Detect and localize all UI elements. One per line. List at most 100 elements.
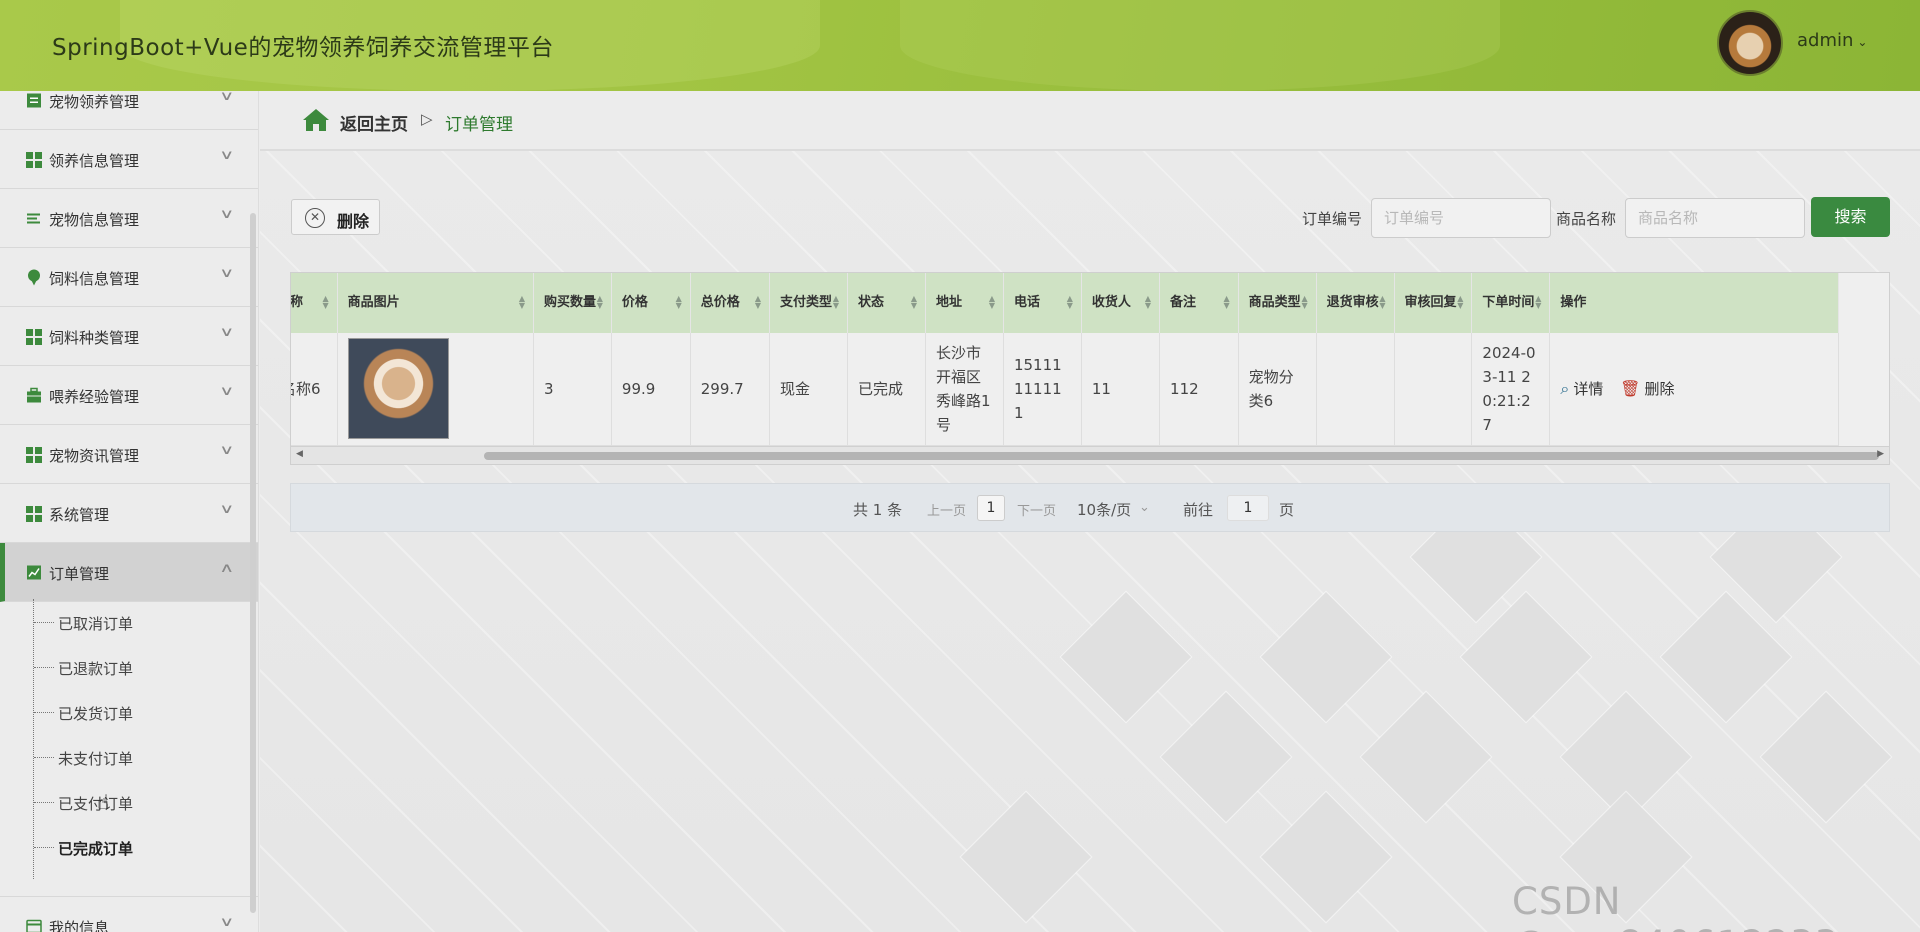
pagination-total: 共 1 条 bbox=[853, 501, 903, 519]
next-page-button[interactable]: 下一页 bbox=[1017, 500, 1056, 519]
submenu-shipped-orders[interactable]: 已发货订单 bbox=[34, 703, 134, 724]
avatar[interactable] bbox=[1717, 10, 1783, 76]
background-tile bbox=[1760, 691, 1892, 823]
column-label: 商品名称 bbox=[290, 295, 304, 310]
sort-icon[interactable]: ▲ ▼ bbox=[1457, 295, 1463, 310]
breadcrumb: 返回主页 ▷ 订单管理 bbox=[260, 91, 1920, 151]
sort-icon[interactable]: ▲ ▼ bbox=[1145, 295, 1151, 310]
background-tile bbox=[1060, 591, 1192, 723]
sort-icon[interactable]: ▲ ▼ bbox=[1223, 295, 1229, 310]
breadcrumb-current: 订单管理 bbox=[445, 115, 513, 135]
batch-delete-button[interactable]: ✕ 删除 bbox=[291, 199, 380, 235]
table-horizontal-scrollbar[interactable]: ◀ ▶ bbox=[291, 446, 1889, 464]
cell-product-name: 宠物名称6 bbox=[291, 333, 338, 446]
page-size-select[interactable]: 10条/页 bbox=[1077, 499, 1131, 520]
grid-icon bbox=[26, 506, 42, 522]
sidebar-item-label: 领养信息管理 bbox=[49, 152, 140, 170]
chevron-down-icon: ∨ bbox=[219, 91, 235, 104]
sidebar-item-label: 喂养经验管理 bbox=[49, 388, 140, 406]
column-header[interactable]: 备注 ▲ ▼ bbox=[1159, 273, 1239, 333]
column-header[interactable]: 商品图片 ▲ ▼ bbox=[337, 273, 535, 333]
sidebar-item-my-info[interactable]: 我的信息 ∨ bbox=[0, 896, 258, 932]
top-header: SpringBoot+Vue的宠物领养饲养交流管理平台 admin ⌄ bbox=[0, 0, 1920, 91]
column-header[interactable]: 审核回复 ▲ ▼ bbox=[1394, 273, 1473, 333]
submenu-label: 已发货订单 bbox=[58, 705, 134, 723]
cell-review-reply bbox=[1394, 333, 1473, 446]
column-label: 备注 bbox=[1170, 295, 1197, 310]
order-no-input[interactable] bbox=[1371, 198, 1551, 238]
sort-icon[interactable]: ▲ ▼ bbox=[322, 295, 328, 310]
sort-icon[interactable]: ▲ ▼ bbox=[833, 295, 839, 310]
column-header[interactable]: 价格 ▲ ▼ bbox=[611, 273, 691, 333]
product-name-label: 商品名称 bbox=[1556, 210, 1617, 228]
home-icon[interactable] bbox=[302, 108, 330, 132]
prev-page-button[interactable]: 上一页 bbox=[927, 500, 966, 519]
submenu-paid-orders[interactable]: 已支付订单 bbox=[34, 793, 133, 814]
sort-icon[interactable]: ▲ ▼ bbox=[1301, 295, 1307, 310]
sort-icon[interactable]: ▲ ▼ bbox=[597, 295, 603, 310]
goto-page-input[interactable]: 1 bbox=[1227, 495, 1269, 521]
detail-search-icon: ⌕ bbox=[1560, 378, 1570, 398]
scroll-left-icon[interactable]: ◀ bbox=[296, 449, 303, 459]
column-header[interactable]: 退货审核 ▲ ▼ bbox=[1316, 273, 1395, 333]
scroll-right-icon[interactable]: ▶ bbox=[1877, 449, 1884, 459]
column-label: 收货人 bbox=[1091, 295, 1131, 310]
column-header[interactable]: 购买数量 ▲ ▼ bbox=[533, 273, 612, 333]
submenu-cancelled-orders[interactable]: 已取消订单 bbox=[34, 613, 133, 634]
sidebar-item-feeding-experience[interactable]: 喂养经验管理 ∨ bbox=[0, 366, 258, 425]
sort-icon[interactable]: ▲ ▼ bbox=[676, 295, 682, 310]
column-header[interactable]: 地址 ▲ ▼ bbox=[925, 273, 1004, 333]
detail-button[interactable]: ⌕ 详情 bbox=[1560, 378, 1603, 398]
cell-price: 99.9 bbox=[611, 333, 691, 446]
sidebar-item-feed-info[interactable]: 饲料信息管理 ∨ bbox=[0, 248, 258, 307]
sidebar-item-adoption-info[interactable]: 领养信息管理 ∨ bbox=[0, 130, 258, 189]
column-header[interactable]: 状态 ▲ ▼ bbox=[847, 273, 926, 333]
submenu-unpaid-orders[interactable]: 未支付订单 bbox=[34, 748, 133, 769]
mouse-cursor-icon: ☝ bbox=[97, 790, 110, 814]
sidebar-scrollbar[interactable] bbox=[250, 213, 256, 913]
column-header[interactable]: 支付类型 ▲ ▼ bbox=[769, 273, 848, 333]
column-header[interactable]: 电话 ▲ ▼ bbox=[1003, 273, 1082, 333]
sidebar-item-pet-adoption[interactable]: 宠物领养管理 ∨ bbox=[0, 91, 258, 130]
sidebar-item-orders[interactable]: 订单管理 ∧ bbox=[0, 543, 258, 602]
delete-label: 删除 bbox=[337, 212, 370, 231]
grid-icon bbox=[26, 447, 42, 463]
product-name-input[interactable] bbox=[1625, 198, 1805, 238]
dog-photo[interactable] bbox=[347, 338, 449, 440]
chevron-down-icon: ∨ bbox=[219, 443, 235, 458]
sidebar-item-pet-info[interactable]: 宠物信息管理 ∨ bbox=[0, 189, 258, 248]
background-tile bbox=[1260, 791, 1392, 923]
column-header[interactable]: 收货人 ▲ ▼ bbox=[1081, 273, 1161, 333]
sort-icon[interactable]: ▲ ▼ bbox=[1535, 295, 1541, 310]
sidebar-item-system[interactable]: 系统管理 ∨ bbox=[0, 484, 258, 543]
sort-icon[interactable]: ▲ ▼ bbox=[911, 295, 917, 310]
submenu-refunded-orders[interactable]: 已退款订单 bbox=[34, 658, 134, 679]
sort-icon[interactable]: ▲ ▼ bbox=[989, 295, 995, 310]
briefcase-icon bbox=[27, 387, 41, 403]
search-button[interactable]: 搜索 bbox=[1811, 197, 1890, 237]
column-header[interactable]: 商品类型 ▲ ▼ bbox=[1238, 273, 1317, 333]
column-header[interactable]: 总价格 ▲ ▼ bbox=[690, 273, 771, 333]
sort-icon[interactable]: ▲ ▼ bbox=[1067, 295, 1073, 310]
submenu-label: 已退款订单 bbox=[58, 660, 134, 678]
sort-icon[interactable]: ▲ ▼ bbox=[1379, 295, 1385, 310]
sort-icon[interactable]: ▲ ▼ bbox=[755, 295, 761, 310]
column-label: 商品类型 bbox=[1248, 295, 1301, 310]
chevron-up-icon: ∧ bbox=[219, 561, 235, 576]
submenu-completed-orders[interactable]: 已完成订单 bbox=[34, 838, 133, 859]
background-tile bbox=[1360, 691, 1492, 823]
row-delete-button[interactable]: 🗑 删除 bbox=[1620, 379, 1674, 398]
column-header[interactable]: 下单时间 ▲ ▼ bbox=[1471, 273, 1551, 333]
column-header[interactable]: 商品名称 ▲▼ bbox=[290, 273, 338, 333]
column-label: 操作 bbox=[1560, 295, 1587, 310]
scrollbar-thumb[interactable] bbox=[484, 452, 1879, 460]
column-label: 审核回复 bbox=[1404, 295, 1457, 310]
sort-icon[interactable]: ▲ ▼ bbox=[519, 295, 525, 310]
sidebar-item-pet-news[interactable]: 宠物资讯管理 ∨ bbox=[0, 425, 258, 484]
sidebar-item-label: 订单管理 bbox=[49, 565, 110, 583]
user-menu[interactable]: admin ⌄ bbox=[1797, 30, 1867, 51]
background-tile bbox=[1160, 691, 1292, 823]
breadcrumb-home[interactable]: 返回主页 bbox=[340, 110, 408, 135]
current-page[interactable]: 1 bbox=[977, 495, 1005, 521]
sidebar-item-feed-category[interactable]: 饲料种类管理 ∨ bbox=[0, 307, 258, 366]
